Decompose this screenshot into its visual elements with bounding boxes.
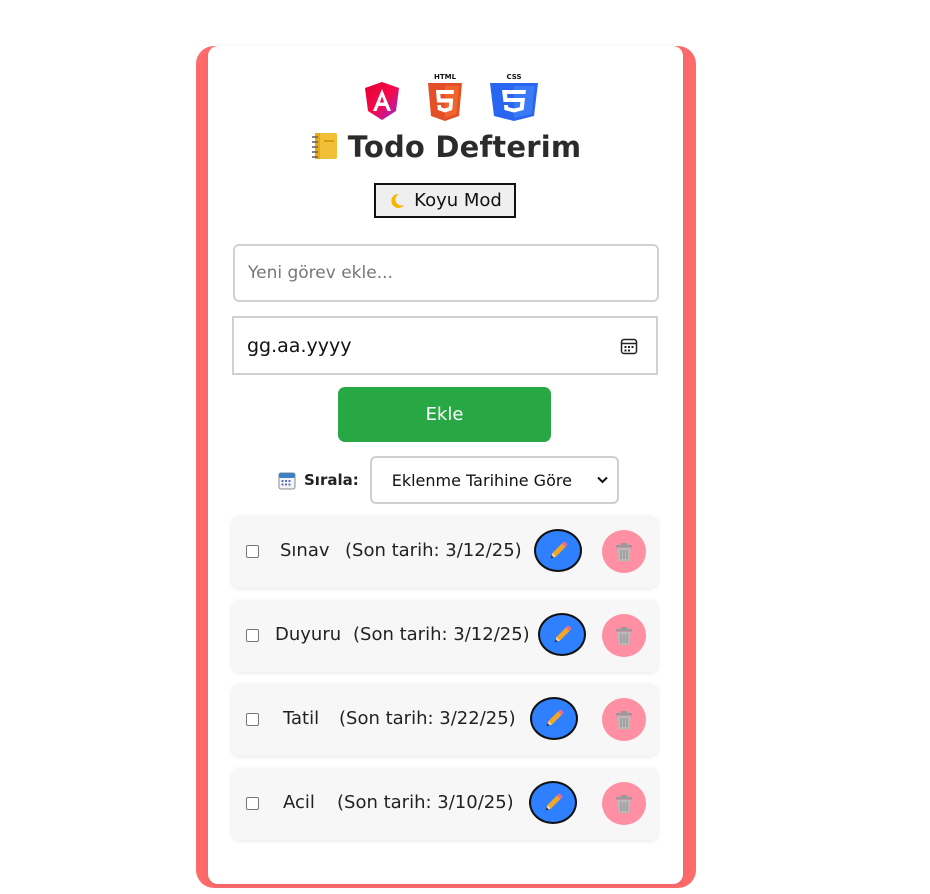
todo-name: Tatil bbox=[283, 708, 320, 729]
due-date-value: gg.aa.yyyy bbox=[247, 334, 352, 357]
new-task-input[interactable] bbox=[233, 244, 659, 302]
todo-due-date: (Son tarih: 3/10/25) bbox=[337, 792, 514, 813]
angular-logo bbox=[365, 82, 399, 120]
todo-checkbox[interactable] bbox=[246, 545, 259, 558]
html5-logo: HTML bbox=[428, 73, 462, 121]
delete-button[interactable] bbox=[602, 614, 646, 657]
css3-logo: CSS bbox=[490, 73, 538, 121]
pencil-icon bbox=[550, 541, 568, 558]
delete-button[interactable] bbox=[602, 782, 646, 825]
calendar-picker-icon[interactable] bbox=[620, 337, 638, 355]
notebook-icon bbox=[311, 133, 337, 159]
todo-checkbox[interactable] bbox=[246, 629, 259, 642]
todo-name: Sınav bbox=[280, 540, 330, 561]
page-title: Todo Defterim bbox=[208, 130, 683, 164]
calendar-icon bbox=[278, 472, 296, 489]
edit-button[interactable] bbox=[530, 697, 578, 740]
trash-icon bbox=[616, 794, 632, 813]
dark-mode-label: Koyu Mod bbox=[414, 190, 502, 211]
todo-item: Sınav (Son tarih: 3/12/25) bbox=[232, 516, 658, 588]
trash-icon bbox=[616, 626, 632, 645]
todo-item: Acil (Son tarih: 3/10/25) bbox=[232, 768, 658, 840]
todo-item: Duyuru (Son tarih: 3/12/25) bbox=[232, 600, 658, 672]
todo-name: Duyuru bbox=[275, 624, 342, 645]
page-title-text: Todo Defterim bbox=[347, 130, 582, 164]
delete-button[interactable] bbox=[602, 530, 646, 573]
todo-card: HTML CSS Todo Defterim Koyu Mod Yeni gör… bbox=[196, 46, 696, 888]
edit-button[interactable] bbox=[529, 781, 577, 824]
todo-item: Tatil (Son tarih: 3/22/25) bbox=[232, 684, 658, 756]
trash-icon bbox=[616, 542, 632, 561]
due-date-input[interactable]: gg.aa.yyyy bbox=[232, 316, 658, 375]
sort-select[interactable]: Eklenme Tarihine Göre bbox=[369, 456, 619, 504]
trash-icon bbox=[616, 710, 632, 729]
todo-name: Acil bbox=[283, 792, 315, 813]
moon-icon bbox=[391, 193, 405, 208]
todo-checkbox[interactable] bbox=[246, 797, 259, 810]
todo-card-inner: HTML CSS Todo Defterim Koyu Mod Yeni gör… bbox=[208, 46, 683, 884]
pencil-icon bbox=[545, 793, 563, 810]
edit-button[interactable] bbox=[534, 529, 582, 572]
html-logo-text: HTML bbox=[434, 73, 457, 81]
edit-button[interactable] bbox=[538, 613, 586, 656]
sort-row: Sırala: Eklenme Tarihine Göre bbox=[278, 456, 619, 504]
todo-checkbox[interactable] bbox=[246, 713, 259, 726]
add-task-button[interactable]: Ekle bbox=[338, 387, 551, 442]
tech-logos: HTML CSS bbox=[362, 72, 540, 122]
sort-label: Sırala: bbox=[304, 471, 359, 489]
sort-selected-value: Eklenme Tarihine Göre bbox=[391, 470, 572, 490]
todo-due-date: (Son tarih: 3/12/25) bbox=[353, 624, 530, 645]
todo-due-date: (Son tarih: 3/12/25) bbox=[345, 540, 522, 561]
todo-due-date: (Son tarih: 3/22/25) bbox=[339, 708, 516, 729]
pencil-icon bbox=[554, 625, 572, 642]
css-logo-text: CSS bbox=[506, 73, 521, 81]
delete-button[interactable] bbox=[602, 698, 646, 741]
dark-mode-button[interactable]: Koyu Mod bbox=[374, 183, 516, 218]
pencil-icon bbox=[546, 709, 564, 726]
chevron-down-icon bbox=[597, 476, 608, 484]
